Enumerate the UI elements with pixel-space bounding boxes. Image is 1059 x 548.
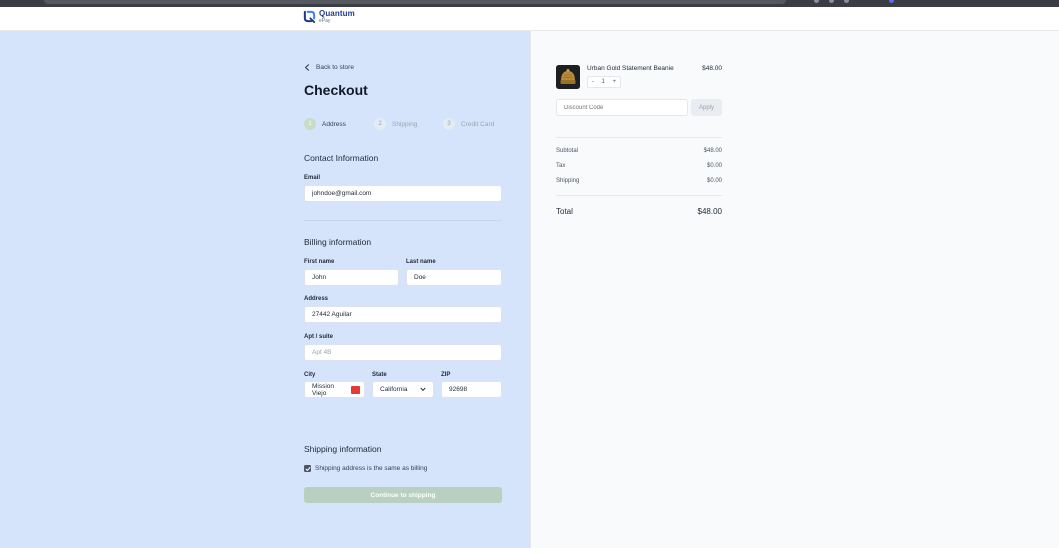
zip-field[interactable] bbox=[441, 381, 502, 398]
shipping-section-title: Shipping information bbox=[304, 444, 382, 454]
extension-icon[interactable] bbox=[844, 0, 849, 3]
browser-toolbar bbox=[0, 0, 1059, 7]
shipping-cost-value: $0.00 bbox=[706, 178, 722, 184]
email-field[interactable] bbox=[304, 185, 502, 202]
step-number: 3 bbox=[443, 118, 455, 130]
contact-section-title: Contact Information bbox=[304, 153, 379, 163]
extension-icon[interactable] bbox=[829, 0, 834, 3]
chevron-down-icon bbox=[420, 387, 426, 391]
address-label: Address bbox=[304, 296, 329, 302]
step-label: Shipping bbox=[392, 120, 418, 128]
checkout-form-panel bbox=[0, 31, 530, 548]
beanie-image-icon bbox=[556, 65, 580, 89]
tax-row: Tax $0.00 bbox=[556, 163, 722, 169]
total-row: Total $48.00 bbox=[556, 207, 722, 216]
shipping-cost-label: Shipping bbox=[556, 178, 580, 184]
summary-divider bbox=[556, 137, 722, 138]
back-to-store-link[interactable]: Back to store bbox=[304, 64, 354, 71]
qty-increase-button[interactable]: + bbox=[613, 79, 617, 85]
product-name: Urban Gold Statement Beanie bbox=[587, 65, 674, 72]
step-credit-card: 3 Credit Card bbox=[443, 118, 494, 130]
quantity-stepper: - 1 + bbox=[587, 76, 621, 88]
continue-to-shipping-button[interactable]: Continue to shipping bbox=[304, 487, 502, 503]
quantum-logo-icon bbox=[303, 10, 316, 23]
step-label: Credit Card bbox=[461, 120, 495, 128]
subtotal-value: $48.00 bbox=[703, 148, 722, 154]
total-value: $48.00 bbox=[697, 207, 722, 216]
city-value: Mission Viejo bbox=[312, 382, 335, 397]
site-header: Quantum ePay bbox=[0, 7, 1059, 31]
summary-divider bbox=[556, 195, 722, 196]
email-label: Email bbox=[304, 175, 321, 181]
same-as-billing-label: Shipping address is the same as billing bbox=[315, 465, 428, 472]
checkmark-icon bbox=[305, 466, 310, 471]
city-field[interactable]: Mission Viejo bbox=[304, 381, 365, 398]
apply-discount-button[interactable]: Apply bbox=[691, 99, 722, 116]
page-title: Checkout bbox=[304, 82, 368, 98]
last-name-label: Last name bbox=[406, 259, 436, 265]
tax-value: $0.00 bbox=[706, 163, 722, 169]
tax-label: Tax bbox=[556, 163, 566, 169]
city-label: City bbox=[304, 372, 316, 378]
state-select[interactable]: California bbox=[372, 381, 434, 398]
back-link-label: Back to store bbox=[316, 64, 354, 71]
autofill-icon[interactable] bbox=[351, 385, 360, 394]
step-number: 2 bbox=[374, 118, 386, 130]
browser-address-bar[interactable] bbox=[44, 0, 786, 4]
first-name-label: First name bbox=[304, 259, 335, 265]
product-image bbox=[556, 65, 580, 89]
zip-label: ZIP bbox=[441, 372, 451, 378]
address-field[interactable] bbox=[304, 306, 502, 323]
subtotal-row: Subtotal $48.00 bbox=[556, 148, 722, 154]
step-label: Address bbox=[322, 120, 346, 128]
apt-label: Apt / suite bbox=[304, 334, 334, 340]
extension-icon[interactable] bbox=[814, 0, 819, 3]
brand-subtitle: ePay bbox=[319, 18, 331, 24]
same-as-billing-row[interactable]: Shipping address is the same as billing bbox=[304, 465, 427, 472]
chevron-left-icon bbox=[304, 64, 310, 71]
first-name-field[interactable] bbox=[304, 269, 399, 286]
apt-field[interactable] bbox=[304, 344, 502, 361]
profile-icon[interactable] bbox=[889, 0, 894, 3]
step-shipping: 2 Shipping bbox=[374, 118, 417, 130]
state-label: State bbox=[372, 372, 387, 378]
last-name-field[interactable] bbox=[406, 269, 502, 286]
qty-value: 1 bbox=[601, 79, 605, 85]
brand-logo[interactable]: Quantum ePay bbox=[303, 10, 355, 24]
discount-code-input[interactable] bbox=[556, 99, 688, 116]
billing-section-title: Billing information bbox=[304, 237, 372, 247]
shipping-cost-row: Shipping $0.00 bbox=[556, 178, 722, 184]
step-number: 1 bbox=[304, 118, 316, 130]
brand-name: Quantum bbox=[319, 9, 355, 18]
product-price: $48.00 bbox=[702, 65, 722, 72]
qty-decrease-button[interactable]: - bbox=[592, 79, 594, 85]
subtotal-label: Subtotal bbox=[556, 148, 579, 154]
same-as-billing-checkbox[interactable] bbox=[304, 465, 311, 472]
state-value: California bbox=[380, 386, 408, 393]
step-address: 1 Address bbox=[304, 118, 346, 130]
section-divider bbox=[304, 220, 502, 221]
total-label: Total bbox=[556, 207, 573, 216]
